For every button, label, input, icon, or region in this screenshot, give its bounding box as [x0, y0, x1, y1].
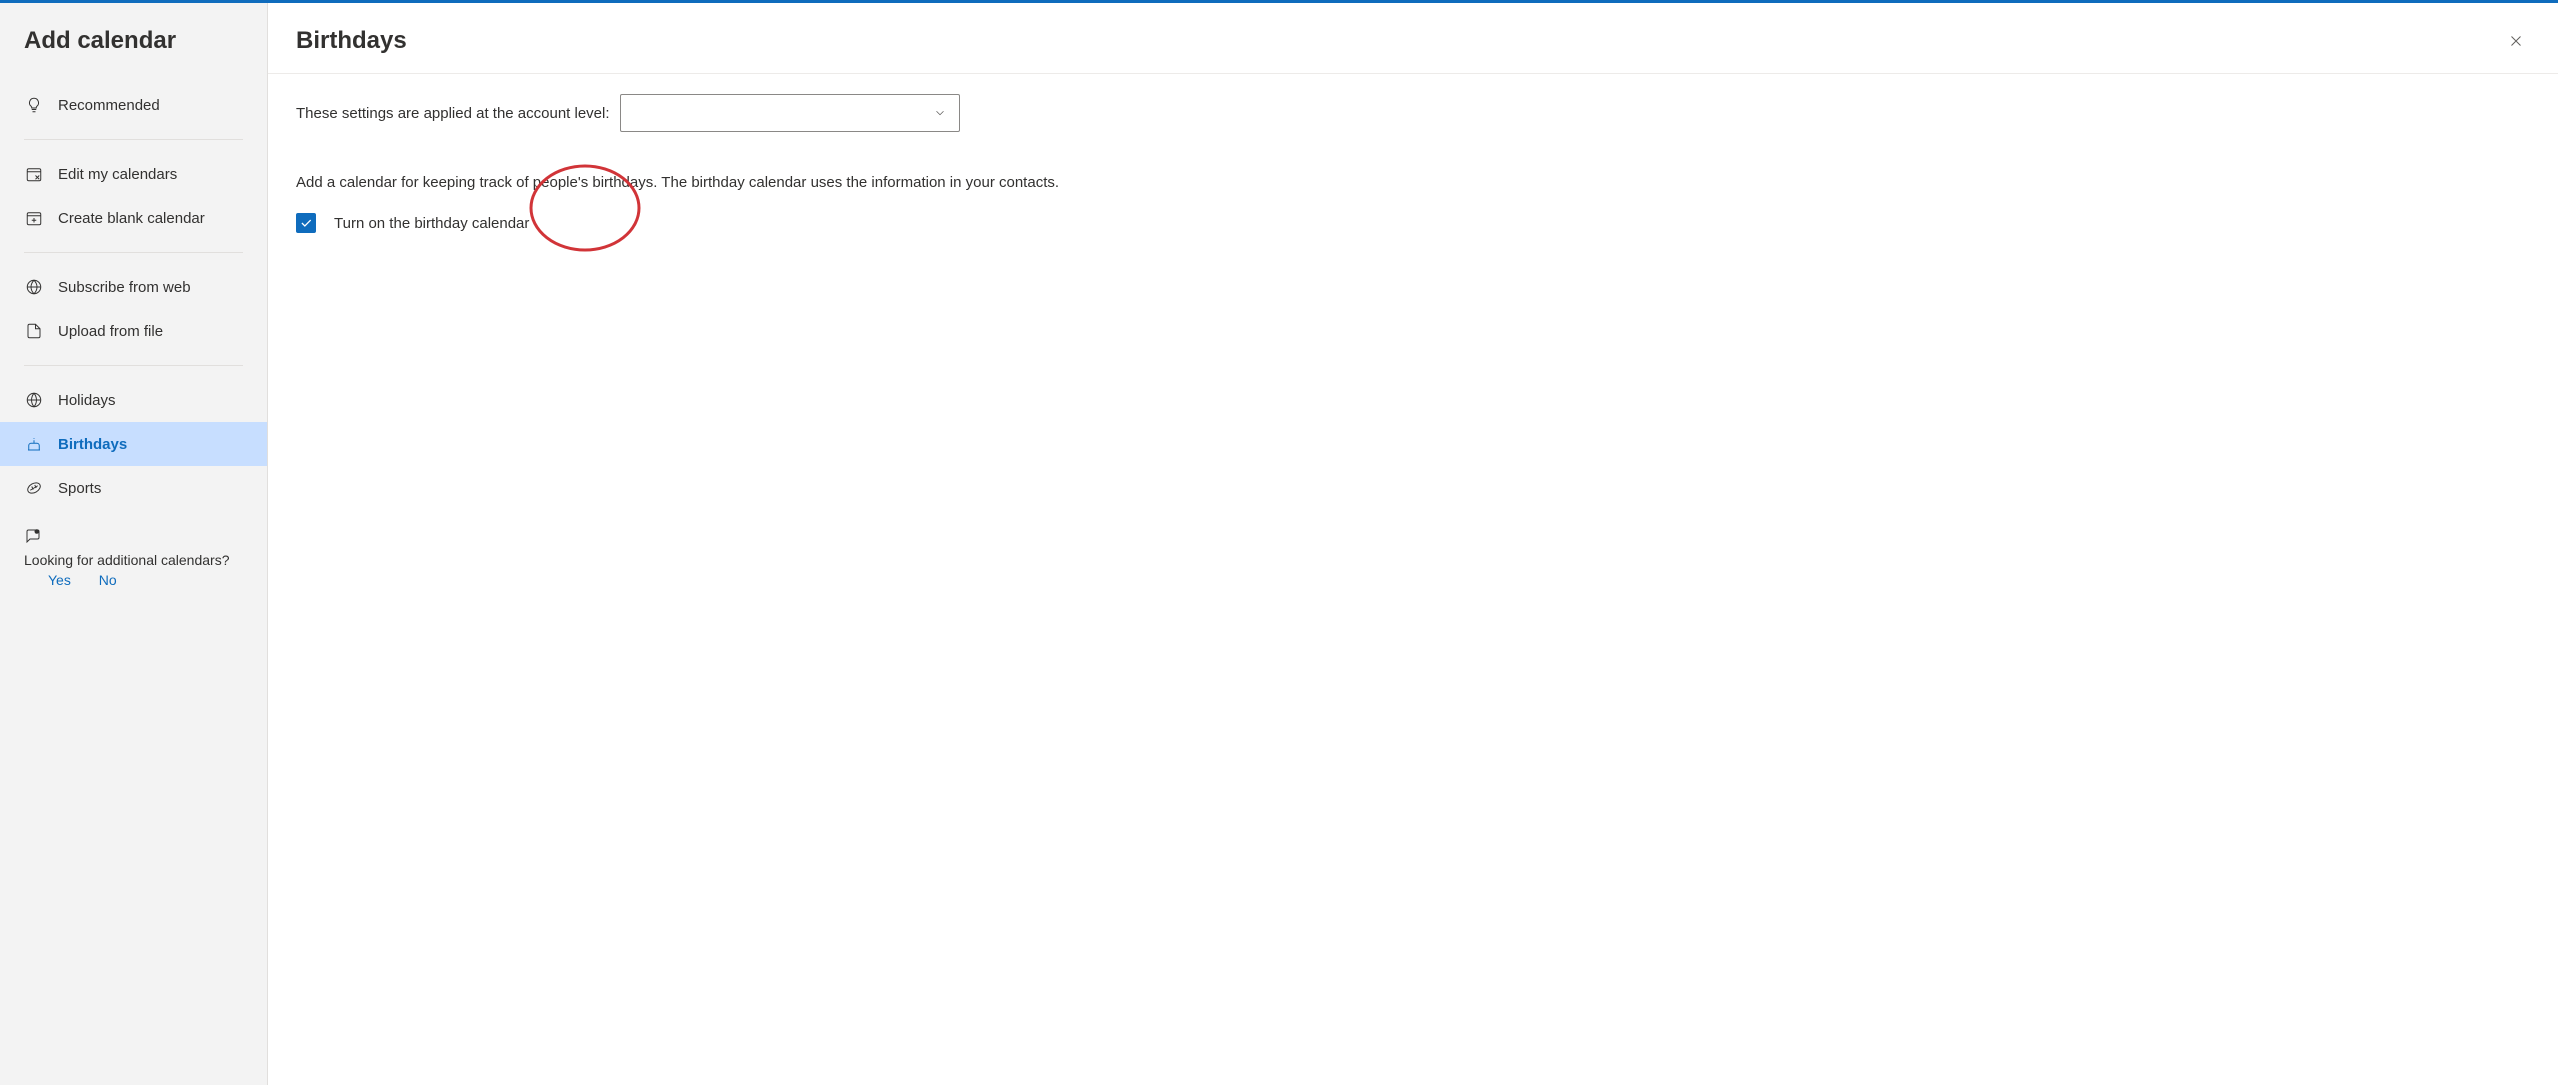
sidebar-divider: [24, 252, 243, 253]
birthday-checkbox-label: Turn on the birthday calendar: [334, 215, 529, 232]
sidebar-divider: [24, 139, 243, 140]
sidebar-item-subscribe-from-web[interactable]: Subscribe from web: [0, 265, 267, 309]
sports-icon: [24, 478, 44, 498]
feedback-question: Looking for additional calendars?: [24, 552, 243, 568]
sidebar-item-label: Create blank calendar: [58, 210, 205, 227]
edit-calendar-icon: [24, 164, 44, 184]
sidebar-feedback-block: Looking for additional calendars? Yes No: [0, 518, 267, 604]
account-level-dropdown[interactable]: [620, 94, 960, 132]
sidebar-title: Add calendar: [0, 3, 267, 75]
sidebar-item-sports[interactable]: Sports: [0, 466, 267, 510]
account-level-label: These settings are applied at the accoun…: [296, 105, 610, 122]
feedback-no-link[interactable]: No: [99, 572, 117, 588]
sidebar-item-label: Recommended: [58, 97, 160, 114]
sidebar-item-label: Edit my calendars: [58, 166, 177, 183]
globe-icon: [24, 390, 44, 410]
sidebar-divider: [24, 365, 243, 366]
add-calendar-sidebar: Add calendar Recommended Edit my calenda…: [0, 3, 268, 1085]
cake-icon: [24, 434, 44, 454]
close-icon: [2507, 32, 2525, 50]
page-title: Birthdays: [296, 27, 407, 55]
sidebar-item-label: Upload from file: [58, 323, 163, 340]
sidebar-item-label: Birthdays: [58, 436, 127, 453]
sidebar-item-create-blank-calendar[interactable]: Create blank calendar: [0, 196, 267, 240]
main-panel: Birthdays These settings are applied at …: [268, 3, 2558, 1085]
close-button[interactable]: [2502, 27, 2530, 55]
sidebar-item-label: Subscribe from web: [58, 279, 191, 296]
chevron-down-icon: [933, 106, 947, 120]
lightbulb-icon: [24, 95, 44, 115]
sidebar-item-upload-from-file[interactable]: Upload from file: [0, 309, 267, 353]
feedback-yes-link[interactable]: Yes: [48, 572, 71, 588]
file-icon: [24, 321, 44, 341]
sidebar-item-label: Sports: [58, 480, 101, 497]
check-icon: [299, 216, 313, 230]
birthday-calendar-checkbox[interactable]: [296, 213, 316, 233]
sidebar-item-recommended[interactable]: Recommended: [0, 83, 267, 127]
sidebar-item-birthdays[interactable]: Birthdays: [0, 422, 267, 466]
sidebar-item-edit-my-calendars[interactable]: Edit my calendars: [0, 152, 267, 196]
sidebar-item-label: Holidays: [58, 392, 116, 409]
add-calendar-icon: [24, 208, 44, 228]
feedback-icon: [24, 526, 44, 546]
birthday-description: Add a calendar for keeping track of peop…: [296, 174, 2530, 191]
web-icon: [24, 277, 44, 297]
sidebar-item-holidays[interactable]: Holidays: [0, 378, 267, 422]
